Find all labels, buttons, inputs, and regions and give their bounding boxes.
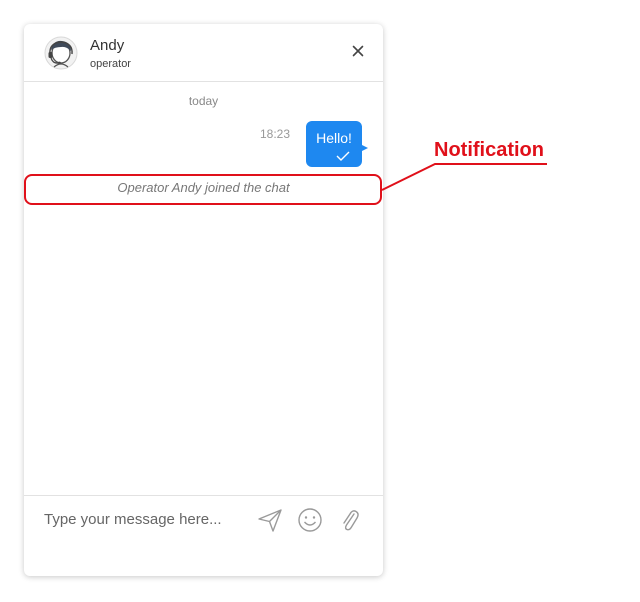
message-timestamp: 18:23 <box>260 127 291 141</box>
notification-callout-box <box>24 174 382 205</box>
chat-widget: Andy operator today 18:23 Hello! Operato… <box>24 24 383 576</box>
message-input[interactable] <box>44 508 254 530</box>
chat-header: Andy operator <box>24 24 383 82</box>
check-icon <box>336 151 350 161</box>
date-separator: today <box>188 94 219 108</box>
operator-avatar-icon <box>44 36 78 70</box>
composer <box>24 495 383 576</box>
message-text: Hello! <box>316 130 352 146</box>
send-icon[interactable] <box>256 506 284 534</box>
paperclip-icon[interactable] <box>336 506 364 534</box>
notification-callout-label: Notification <box>434 139 544 161</box>
agent-name: Andy <box>90 37 125 54</box>
agent-role: operator <box>90 58 131 70</box>
close-button[interactable] <box>347 40 369 62</box>
close-icon <box>352 45 364 57</box>
outgoing-message-bubble: Hello! <box>306 121 362 167</box>
emoji-icon[interactable] <box>296 506 324 534</box>
bubble-tail <box>360 144 368 152</box>
